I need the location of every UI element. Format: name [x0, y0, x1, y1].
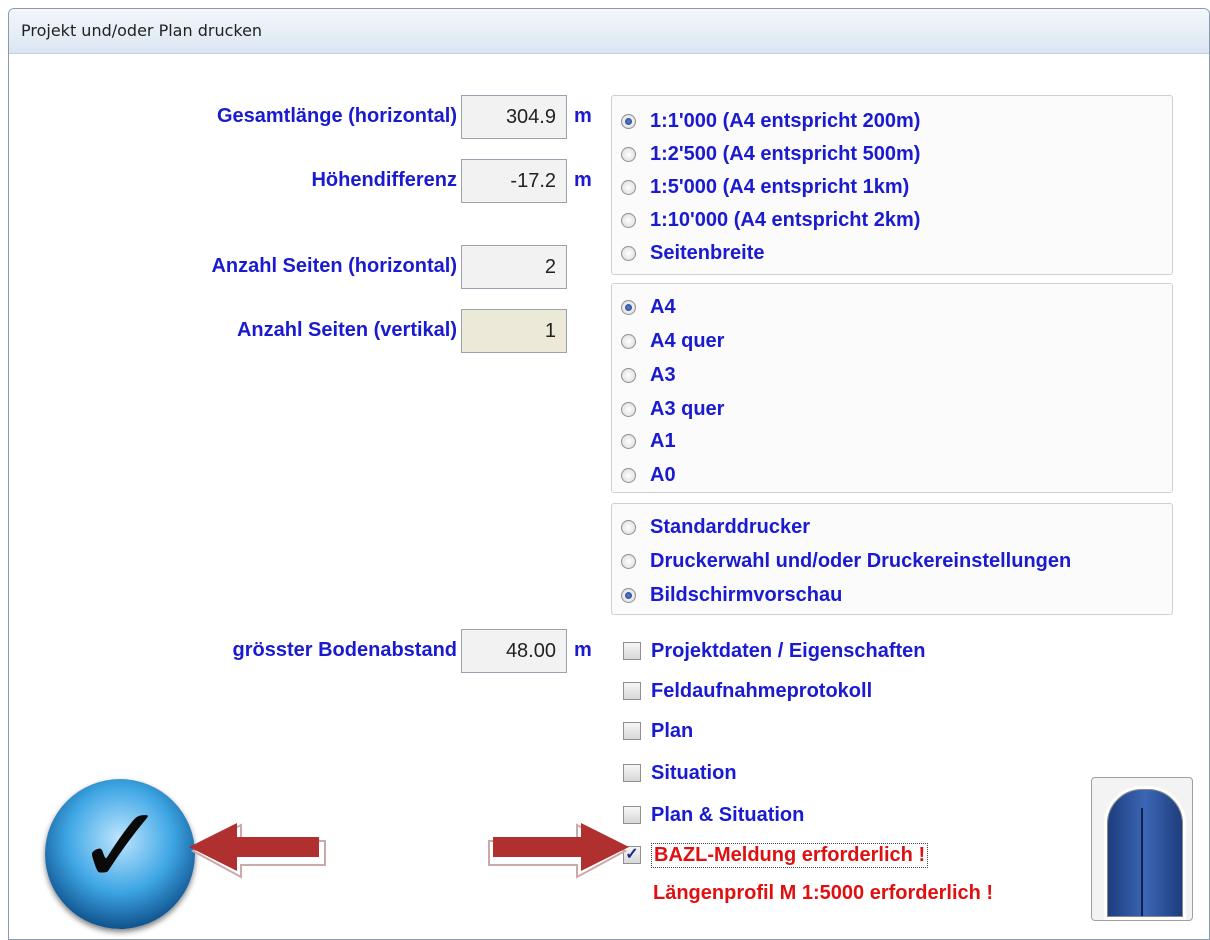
checkbox-icon	[623, 682, 641, 700]
radio-icon	[621, 519, 636, 535]
check-situation[interactable]: Situation	[623, 759, 737, 787]
gesamtlaenge-field[interactable]: 304.9	[461, 95, 567, 139]
printer-option-druckerwahl[interactable]: Druckerwahl und/oder Druckereinstellunge…	[621, 547, 1071, 575]
seiten-horizontal-field[interactable]: 2	[461, 245, 567, 289]
radio-icon	[621, 433, 636, 449]
seiten-horizontal-label: Anzahl Seiten (horizontal)	[211, 255, 457, 277]
seiten-vertikal-label: Anzahl Seiten (vertikal)	[236, 319, 457, 341]
paper-option-a4-quer[interactable]: A4 quer	[621, 327, 724, 355]
radio-icon	[621, 113, 636, 129]
printer-option-vorschau[interactable]: Bildschirmvorschau	[621, 581, 842, 609]
check-feldaufnahmeprotokoll[interactable]: Feldaufnahmeprotokoll	[623, 677, 872, 705]
door-icon	[1104, 786, 1186, 920]
scale-option-2500[interactable]: 1:2'500 (A4 entspricht 500m)	[621, 140, 920, 168]
bodenabstand-field[interactable]: 48.00	[461, 629, 567, 673]
radio-icon	[621, 553, 636, 569]
radio-icon	[621, 467, 636, 483]
ok-button[interactable]: ✓	[45, 779, 195, 929]
arrow-right-icon	[488, 823, 629, 879]
print-dialog: Projekt und/oder Plan drucken Gesamtläng…	[8, 8, 1210, 940]
seiten-vertikal-field[interactable]: 1	[461, 309, 567, 353]
radio-icon	[621, 299, 636, 315]
scale-option-1000[interactable]: 1:1'000 (A4 entspricht 200m)	[621, 107, 920, 135]
radio-icon	[621, 367, 636, 383]
hoehendifferenz-label: Höhendifferenz	[311, 169, 457, 191]
radio-icon	[621, 179, 636, 195]
door-divider	[1141, 808, 1143, 916]
bodenabstand-unit: m	[574, 639, 592, 661]
exit-button[interactable]	[1091, 777, 1193, 921]
printer-option-standard[interactable]: Standarddrucker	[621, 513, 810, 541]
checkmark-icon: ✓	[75, 784, 167, 909]
arrow-left-icon	[189, 823, 326, 879]
hoehendifferenz-unit: m	[574, 169, 592, 191]
paper-group	[611, 283, 1173, 493]
title-bar: Projekt und/oder Plan drucken	[9, 9, 1209, 54]
checkbox-icon	[623, 764, 641, 782]
window-title: Projekt und/oder Plan drucken	[21, 21, 263, 40]
paper-option-a4[interactable]: A4	[621, 293, 676, 321]
radio-icon	[621, 245, 636, 261]
warning-laengenprofil: Längenprofil M 1:5000 erforderlich !	[653, 881, 994, 904]
scale-option-seitenbreite[interactable]: Seitenbreite	[621, 239, 764, 267]
radio-icon	[621, 333, 636, 349]
gesamtlaenge-unit: m	[574, 105, 592, 127]
hoehendifferenz-field[interactable]: -17.2	[461, 159, 567, 203]
paper-option-a1[interactable]: A1	[621, 427, 676, 455]
check-projektdaten[interactable]: Projektdaten / Eigenschaften	[623, 637, 926, 665]
radio-icon	[621, 212, 636, 228]
check-bazl-meldung[interactable]: ✓ BAZL-Meldung erforderlich !	[623, 841, 929, 869]
gesamtlaenge-label: Gesamtlänge (horizontal)	[216, 105, 457, 127]
check-plan-situation[interactable]: Plan & Situation	[623, 801, 804, 829]
scale-option-10000[interactable]: 1:10'000 (A4 entspricht 2km)	[621, 206, 920, 234]
radio-icon	[621, 146, 636, 162]
paper-option-a0[interactable]: A0	[621, 461, 676, 489]
paper-option-a3-quer[interactable]: A3 quer	[621, 395, 724, 423]
radio-icon	[621, 401, 636, 417]
bodenabstand-label: grösster Bodenabstand	[232, 639, 457, 661]
radio-icon	[621, 587, 636, 603]
checkbox-icon	[623, 722, 641, 740]
check-plan[interactable]: Plan	[623, 717, 693, 745]
paper-option-a3[interactable]: A3	[621, 361, 676, 389]
scale-option-5000[interactable]: 1:5'000 (A4 entspricht 1km)	[621, 173, 909, 201]
checkbox-icon	[623, 642, 641, 660]
